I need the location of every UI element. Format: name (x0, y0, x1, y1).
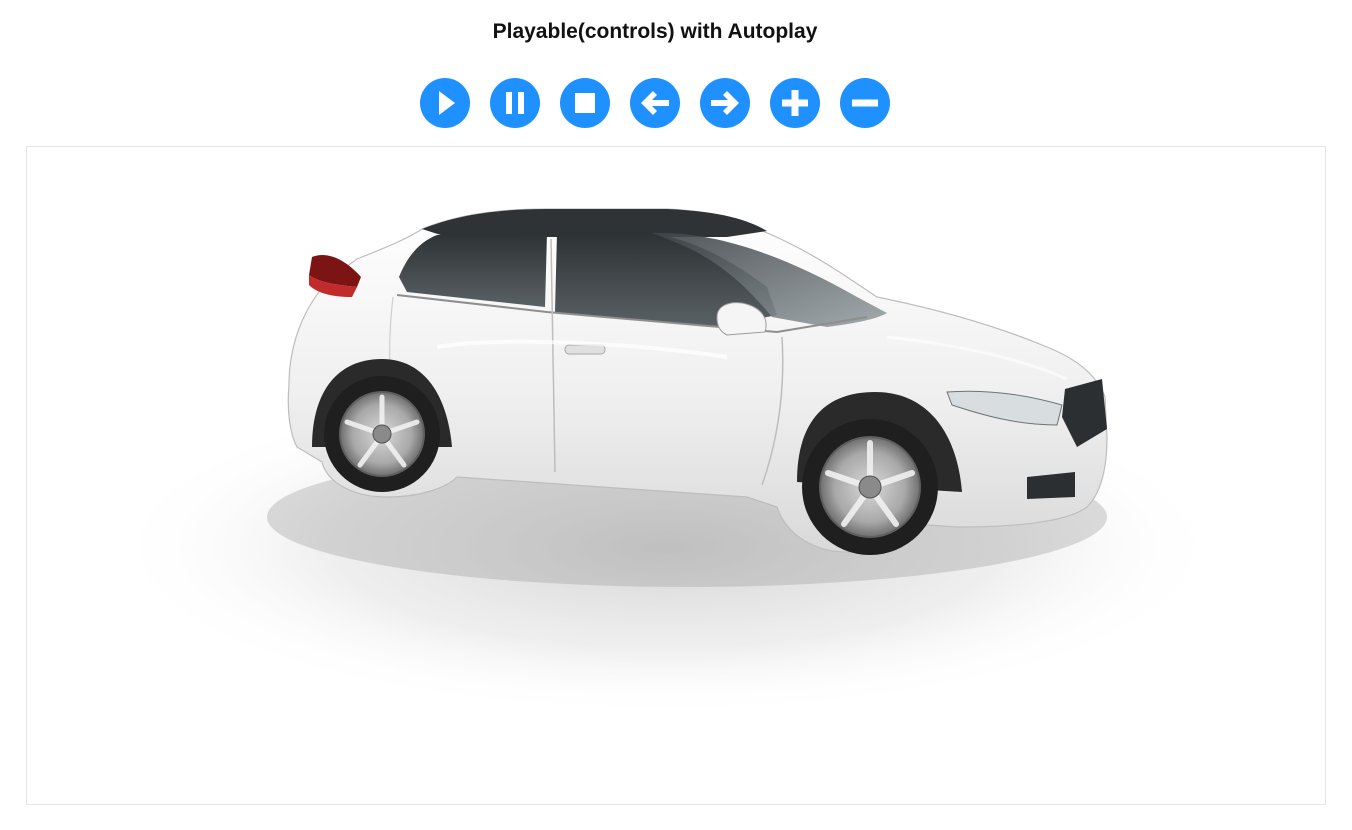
next-button[interactable] (700, 78, 750, 128)
pause-button[interactable] (490, 78, 540, 128)
car-image (107, 208, 1227, 717)
minus-icon (840, 78, 890, 128)
arrow-left-icon (630, 78, 680, 128)
stop-icon (560, 78, 610, 128)
product-360-viewer[interactable] (26, 146, 1326, 805)
zoom-in-button[interactable] (770, 78, 820, 128)
play-icon (420, 78, 470, 128)
playback-controls (420, 78, 890, 128)
previous-button[interactable] (630, 78, 680, 128)
play-button[interactable] (420, 78, 470, 128)
zoom-out-button[interactable] (840, 78, 890, 128)
stop-button[interactable] (560, 78, 610, 128)
plus-icon (770, 78, 820, 128)
pause-icon (490, 78, 540, 128)
page-title: Playable(controls) with Autoplay (492, 20, 818, 43)
page: Playable(controls) with Autoplay (0, 0, 1352, 830)
arrow-right-icon (700, 78, 750, 128)
